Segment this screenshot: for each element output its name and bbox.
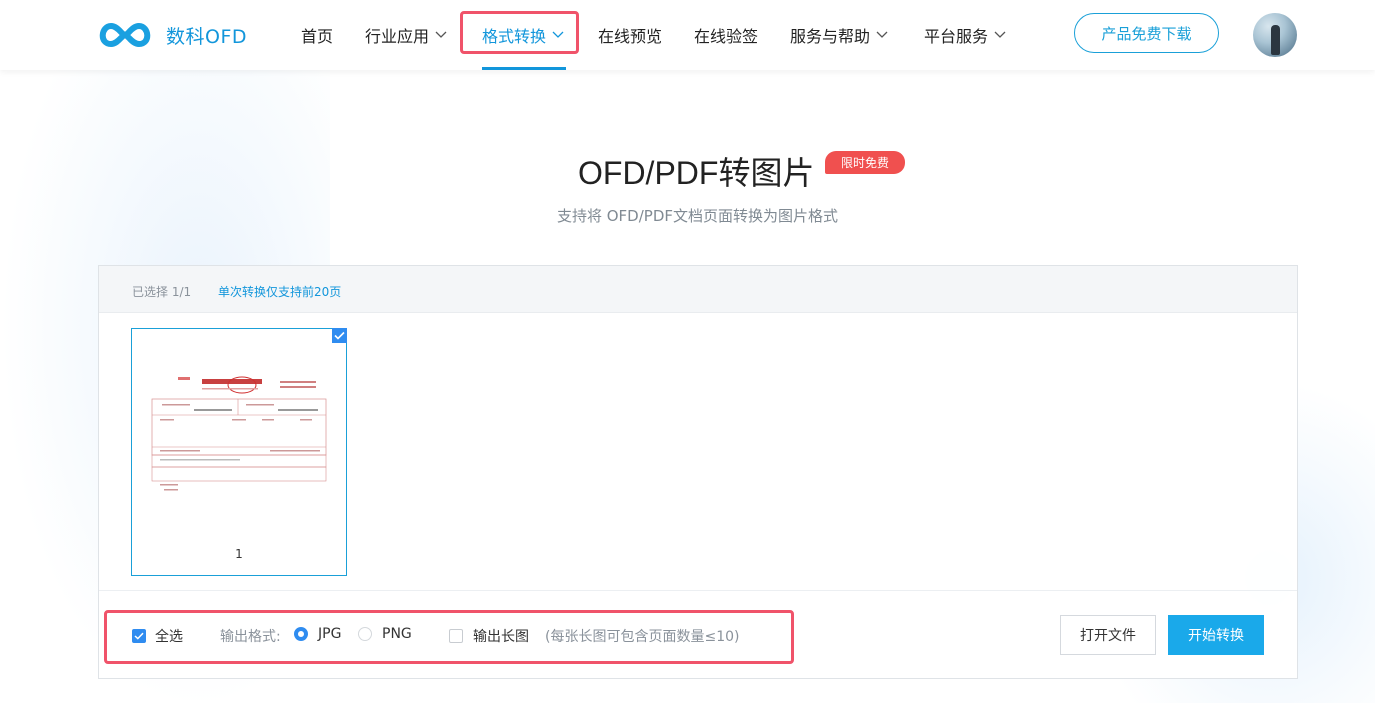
nav-highlight-box — [460, 11, 579, 54]
nav-active-indicator — [482, 67, 566, 70]
open-file-button[interactable]: 打开文件 — [1060, 615, 1156, 655]
top-header: 数科OFD 首页 行业应用 格式转换 在线预览 在线验签 服务与帮助 平台服务 … — [0, 0, 1375, 70]
page-limit-note: 单次转换仅支持前20页 — [218, 285, 342, 299]
nav-online-preview-label: 在线预览 — [598, 27, 663, 46]
options-highlight-box — [104, 610, 794, 664]
chevron-down-icon — [994, 31, 1006, 38]
avatar[interactable] — [1253, 13, 1297, 57]
nav-home[interactable]: 首页 — [301, 24, 333, 46]
page-number: 1 — [235, 547, 243, 561]
nav-industry[interactable]: 行业应用 — [365, 24, 447, 46]
start-convert-button[interactable]: 开始转换 — [1168, 615, 1264, 655]
nav-platform[interactable]: 平台服务 — [924, 24, 1006, 46]
nav-online-preview[interactable]: 在线预览 — [598, 24, 662, 46]
nav-industry-label: 行业应用 — [365, 27, 430, 46]
infinity-logo-icon — [99, 22, 151, 48]
invoice-preview-image — [151, 376, 327, 491]
divider — [99, 590, 1297, 591]
nav-platform-label: 平台服务 — [924, 27, 989, 46]
panel-toolbar: 已选择 1/1 单次转换仅支持前20页 — [99, 266, 1297, 313]
page-thumbnail[interactable]: 1 — [131, 328, 347, 576]
free-badge: 限时免费 — [825, 151, 905, 174]
nav-home-label: 首页 — [301, 27, 334, 46]
page-title: OFD/PDF转图片 — [578, 155, 815, 191]
nav-online-verify-label: 在线验签 — [694, 27, 759, 46]
nav-service-help[interactable]: 服务与帮助 — [790, 24, 888, 46]
brand-name: 数科OFD — [166, 25, 248, 48]
avatar-figure — [1271, 25, 1280, 55]
download-button[interactable]: 产品免费下载 — [1074, 13, 1219, 53]
nav-service-help-label: 服务与帮助 — [790, 27, 871, 46]
chevron-down-icon — [435, 31, 447, 38]
checkmark-icon[interactable] — [332, 328, 347, 343]
page-subtitle: 支持将 OFD/PDF文档页面转换为图片格式 — [556, 207, 839, 225]
brand-logo[interactable]: 数科OFD — [96, 18, 247, 52]
selected-count: 已选择 1/1 — [132, 285, 192, 299]
chevron-down-icon — [876, 31, 888, 38]
nav-online-verify[interactable]: 在线验签 — [694, 24, 758, 46]
